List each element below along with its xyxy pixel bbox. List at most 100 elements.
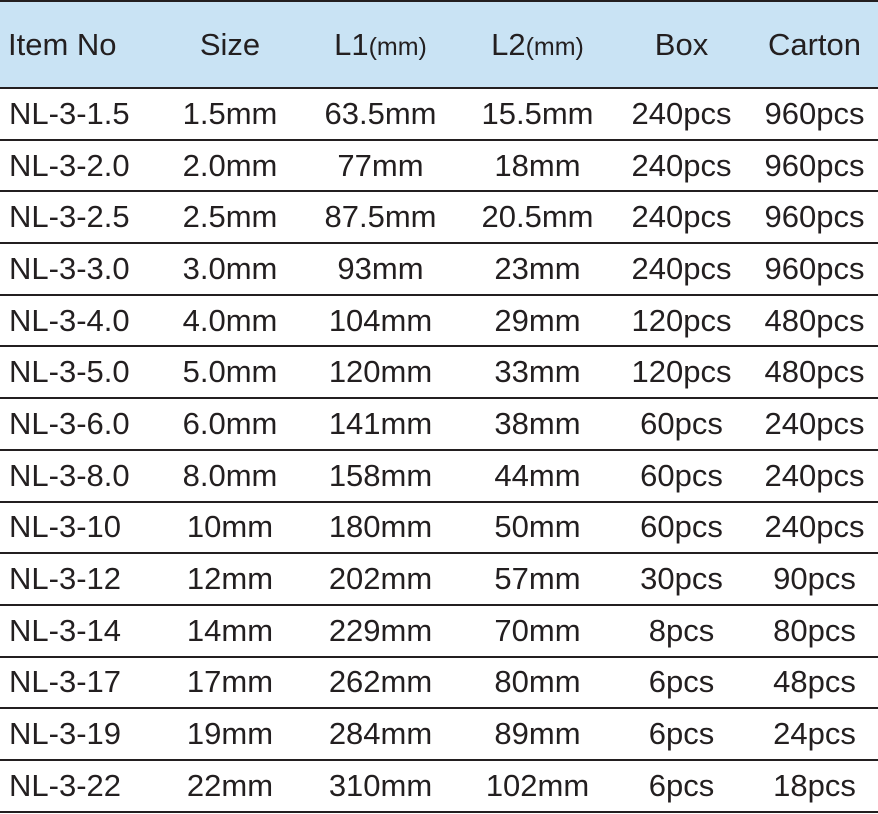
cell-carton: 80pcs — [751, 604, 878, 658]
table-body: NL-3-1.5 1.5mm 63.5mm 15.5mm 240pcs 960pcs NL-… — [0, 88, 878, 813]
cell-item-no: NL-3-14 — [0, 604, 162, 658]
cell-size: 17mm — [162, 656, 298, 710]
header-l2: L2(mm) — [463, 0, 612, 89]
cell-item-no: NL-3-17 — [0, 656, 162, 710]
cell-size: 1.5mm — [162, 88, 298, 141]
cell-l1: 93mm — [298, 243, 463, 296]
cell-carton: 960pcs — [751, 139, 878, 193]
cell-size: 3.0mm — [162, 243, 298, 296]
table-row: NL-3-2.5 2.5mm 87.5mm 20.5mm 240pcs 960pcs — [0, 191, 878, 245]
header-unit: (mm) — [525, 32, 584, 61]
cell-l1: 141mm — [298, 398, 463, 451]
cell-size: 22mm — [162, 759, 298, 813]
cell-l1: 180mm — [298, 501, 463, 555]
cell-l1: 284mm — [298, 708, 463, 761]
cell-size: 5.0mm — [162, 346, 298, 400]
cell-size: 2.5mm — [162, 191, 298, 245]
cell-box: 120pcs — [612, 346, 751, 400]
cell-l1: 77mm — [298, 139, 463, 193]
cell-box: 60pcs — [612, 398, 751, 451]
cell-l1: 310mm — [298, 759, 463, 813]
cell-box: 60pcs — [612, 449, 751, 503]
header-row: Item No Size L1(mm) L2(mm) Box Carton — [0, 0, 878, 89]
cell-item-no: NL-3-3.0 — [0, 243, 162, 296]
cell-l2: 50mm — [463, 501, 612, 555]
cell-carton: 240pcs — [751, 501, 878, 555]
cell-item-no: NL-3-6.0 — [0, 398, 162, 451]
cell-l1: 104mm — [298, 294, 463, 348]
cell-l2: 15.5mm — [463, 88, 612, 141]
table-row: NL-3-5.0 5.0mm 120mm 33mm 120pcs 480pcs — [0, 346, 878, 400]
cell-carton: 24pcs — [751, 708, 878, 761]
cell-item-no: NL-3-8.0 — [0, 449, 162, 503]
cell-item-no: NL-3-2.0 — [0, 139, 162, 193]
cell-box: 6pcs — [612, 708, 751, 761]
cell-carton: 240pcs — [751, 449, 878, 503]
cell-l1: 202mm — [298, 553, 463, 606]
cell-l2: 18mm — [463, 139, 612, 193]
header-label: Box — [654, 26, 709, 62]
header-unit: (mm) — [368, 32, 427, 61]
cell-item-no: NL-3-10 — [0, 501, 162, 555]
cell-box: 30pcs — [612, 553, 751, 606]
header-label: Carton — [767, 26, 862, 62]
cell-carton: 960pcs — [751, 243, 878, 296]
table-row: NL-3-4.0 4.0mm 104mm 29mm 120pcs 480pcs — [0, 294, 878, 348]
cell-l1: 63.5mm — [298, 88, 463, 141]
header-item-no: Item No — [0, 0, 162, 89]
table-row: NL-3-2.0 2.0mm 77mm 18mm 240pcs 960pcs — [0, 139, 878, 193]
cell-box: 6pcs — [612, 759, 751, 813]
cell-size: 8.0mm — [162, 449, 298, 503]
cell-box: 8pcs — [612, 604, 751, 658]
header-label: L1 — [334, 26, 369, 62]
cell-size: 10mm — [162, 501, 298, 555]
cell-carton: 90pcs — [751, 553, 878, 606]
cell-box: 120pcs — [612, 294, 751, 348]
table-row: NL-3-19 19mm 284mm 89mm 6pcs 24pcs — [0, 708, 878, 761]
cell-size: 19mm — [162, 708, 298, 761]
cell-box: 240pcs — [612, 88, 751, 141]
cell-l1: 229mm — [298, 604, 463, 658]
header-label: Item No — [8, 26, 117, 62]
cell-l2: 89mm — [463, 708, 612, 761]
cell-size: 6.0mm — [162, 398, 298, 451]
cell-carton: 960pcs — [751, 191, 878, 245]
cell-box: 240pcs — [612, 243, 751, 296]
cell-box: 240pcs — [612, 139, 751, 193]
cell-box: 240pcs — [612, 191, 751, 245]
spec-table: Item No Size L1(mm) L2(mm) Box Carton NL… — [0, 0, 878, 813]
table-row: NL-3-17 17mm 262mm 80mm 6pcs 48pcs — [0, 656, 878, 710]
table-row: NL-3-22 22mm 310mm 102mm 6pcs 18pcs — [0, 759, 878, 813]
cell-l2: 38mm — [463, 398, 612, 451]
cell-carton: 480pcs — [751, 294, 878, 348]
cell-size: 4.0mm — [162, 294, 298, 348]
cell-l2: 33mm — [463, 346, 612, 400]
cell-l2: 57mm — [463, 553, 612, 606]
table-row: NL-3-12 12mm 202mm 57mm 30pcs 90pcs — [0, 553, 878, 606]
header-carton: Carton — [751, 0, 878, 89]
cell-l2: 20.5mm — [463, 191, 612, 245]
cell-item-no: NL-3-19 — [0, 708, 162, 761]
cell-l2: 23mm — [463, 243, 612, 296]
cell-carton: 960pcs — [751, 88, 878, 141]
header-size: Size — [162, 0, 298, 89]
cell-l2: 102mm — [463, 759, 612, 813]
header-label: Size — [199, 26, 261, 62]
cell-l1: 262mm — [298, 656, 463, 710]
cell-l2: 80mm — [463, 656, 612, 710]
table-row: NL-3-14 14mm 229mm 70mm 8pcs 80pcs — [0, 604, 878, 658]
cell-carton: 48pcs — [751, 656, 878, 710]
cell-l2: 44mm — [463, 449, 612, 503]
cell-item-no: NL-3-4.0 — [0, 294, 162, 348]
cell-item-no: NL-3-2.5 — [0, 191, 162, 245]
table-row: NL-3-1.5 1.5mm 63.5mm 15.5mm 240pcs 960pcs — [0, 88, 878, 141]
table-row: NL-3-3.0 3.0mm 93mm 23mm 240pcs 960pcs — [0, 243, 878, 296]
table-header: Item No Size L1(mm) L2(mm) Box Carton — [0, 0, 878, 89]
cell-box: 60pcs — [612, 501, 751, 555]
cell-box: 6pcs — [612, 656, 751, 710]
table-row: NL-3-10 10mm 180mm 50mm 60pcs 240pcs — [0, 501, 878, 555]
cell-l1: 120mm — [298, 346, 463, 400]
cell-item-no: NL-3-5.0 — [0, 346, 162, 400]
cell-size: 14mm — [162, 604, 298, 658]
table-row: NL-3-8.0 8.0mm 158mm 44mm 60pcs 240pcs — [0, 449, 878, 503]
